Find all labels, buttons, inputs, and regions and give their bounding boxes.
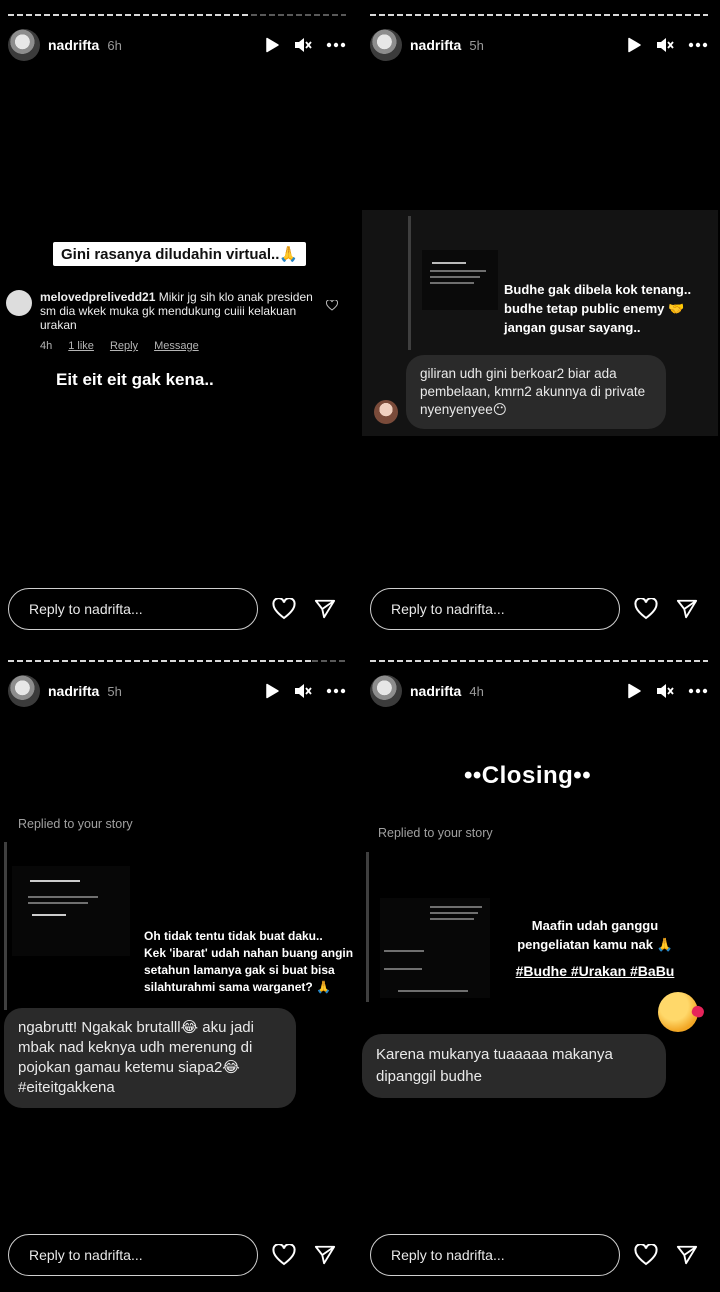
reply-input[interactable]: Reply to nadrifta... bbox=[370, 588, 620, 630]
play-icon[interactable] bbox=[626, 683, 642, 699]
reply-input[interactable]: Reply to nadrifta... bbox=[370, 1234, 620, 1276]
mini-story-thumbnail bbox=[380, 898, 490, 998]
message-bubble: Karena mukanya tuaaaaa makanya dipanggil… bbox=[362, 1034, 666, 1098]
story-footer: Reply to nadrifta... bbox=[8, 1234, 346, 1276]
story-progress-bar bbox=[8, 14, 346, 16]
comment-time: 4h bbox=[40, 340, 53, 352]
message-bubble: ngabrutt! Ngakak brutalll😂 aku jadi mbak… bbox=[4, 1008, 296, 1108]
story-footer: Reply to nadrifta... bbox=[8, 588, 346, 630]
mute-icon[interactable] bbox=[294, 37, 312, 53]
share-send-icon[interactable] bbox=[676, 1244, 698, 1266]
username[interactable]: nadrifta bbox=[48, 37, 99, 53]
mini-story-thumbnail bbox=[422, 250, 498, 310]
story-overlay-text: Budhe gak dibela kok tenang.. budhe teta… bbox=[504, 282, 692, 335]
avatar[interactable] bbox=[370, 675, 402, 707]
quote-line bbox=[4, 842, 7, 1010]
username[interactable]: nadrifta bbox=[410, 683, 461, 699]
story-progress-bar bbox=[8, 660, 346, 662]
avatar[interactable] bbox=[8, 29, 40, 61]
share-send-icon[interactable] bbox=[314, 598, 336, 620]
story-panel-2: nadrifta 5h Budhe gak dibela kok tenang.… bbox=[362, 0, 718, 642]
avatar[interactable] bbox=[8, 675, 40, 707]
mute-icon[interactable] bbox=[294, 683, 312, 699]
more-options-icon[interactable] bbox=[688, 688, 708, 694]
story-progress-bar bbox=[370, 660, 708, 662]
commenter-avatar bbox=[6, 290, 32, 316]
mute-icon[interactable] bbox=[656, 683, 674, 699]
story-panel-3: nadrifta 5h Replied to your story Oh tid… bbox=[0, 646, 356, 1288]
reply-input[interactable]: Reply to nadrifta... bbox=[8, 1234, 258, 1276]
story-caption: Gini rasanya diludahin virtual..🙏 bbox=[53, 242, 307, 266]
comment-message: Message bbox=[154, 340, 199, 352]
story-footer: Reply to nadrifta... bbox=[370, 1234, 708, 1276]
more-options-icon[interactable] bbox=[326, 42, 346, 48]
story-content: ••Closing•• Replied to your story Maafin… bbox=[362, 716, 718, 1218]
quote-line bbox=[366, 852, 369, 1002]
avatar[interactable] bbox=[370, 29, 402, 61]
comment-likes: 1 like bbox=[68, 340, 94, 352]
story-content: Replied to your story Oh tidak tentu tid… bbox=[0, 716, 356, 1218]
heart-icon bbox=[326, 300, 338, 311]
replied-label: Replied to your story bbox=[378, 826, 493, 840]
mini-story-thumbnail bbox=[12, 866, 130, 956]
share-send-icon[interactable] bbox=[676, 598, 698, 620]
story-header: nadrifta 4h bbox=[370, 674, 708, 708]
story-text: Eit eit eit gak kena.. bbox=[56, 370, 214, 389]
more-options-icon[interactable] bbox=[326, 688, 346, 694]
story-overlay-text: Oh tidak tentu tidak buat daku.. Kek 'ib… bbox=[144, 929, 354, 994]
play-icon[interactable] bbox=[264, 37, 280, 53]
post-time: 5h bbox=[469, 37, 484, 53]
quote-line bbox=[408, 216, 411, 350]
story-panel-1: nadrifta 6h Gini rasanya diludahin virtu… bbox=[0, 0, 356, 642]
comment-reply: Reply bbox=[109, 340, 139, 352]
play-icon[interactable] bbox=[626, 37, 642, 53]
commenter-username: melovedprelivedd21 bbox=[40, 290, 156, 304]
kiss-emoji-icon bbox=[658, 992, 698, 1032]
like-heart-icon[interactable] bbox=[634, 1244, 658, 1266]
like-heart-icon[interactable] bbox=[272, 1244, 296, 1266]
like-heart-icon[interactable] bbox=[634, 598, 658, 620]
post-time: 5h bbox=[107, 683, 122, 699]
story-header: nadrifta 5h bbox=[8, 674, 346, 708]
reply-input[interactable]: Reply to nadrifta... bbox=[8, 588, 258, 630]
story-footer: Reply to nadrifta... bbox=[370, 588, 708, 630]
post-time: 6h bbox=[107, 37, 122, 53]
username[interactable]: nadrifta bbox=[48, 683, 99, 699]
message-bubble: giliran udh gini berkoar2 biar ada pembe… bbox=[406, 355, 666, 429]
post-time: 4h bbox=[469, 683, 484, 699]
play-icon[interactable] bbox=[264, 683, 280, 699]
username[interactable]: nadrifta bbox=[410, 37, 461, 53]
story-content: Gini rasanya diludahin virtual..🙏 melove… bbox=[0, 70, 356, 572]
story-content: Budhe gak dibela kok tenang.. budhe teta… bbox=[362, 70, 718, 572]
closing-heading: ••Closing•• bbox=[464, 762, 592, 789]
story-progress-bar bbox=[370, 14, 708, 16]
like-heart-icon[interactable] bbox=[272, 598, 296, 620]
story-header: nadrifta 5h bbox=[370, 28, 708, 62]
story-overlay-text: Maafin udah ganggu pengeliatan kamu nak … bbox=[490, 916, 700, 981]
share-send-icon[interactable] bbox=[314, 1244, 336, 1266]
sender-avatar bbox=[374, 400, 398, 424]
story-header: nadrifta 6h bbox=[8, 28, 346, 62]
mute-icon[interactable] bbox=[656, 37, 674, 53]
replied-label: Replied to your story bbox=[18, 817, 133, 831]
more-options-icon[interactable] bbox=[688, 42, 708, 48]
embedded-reply-screenshot: Budhe gak dibela kok tenang.. budhe teta… bbox=[362, 210, 718, 436]
story-panel-4: nadrifta 4h ••Closing•• Replied to your … bbox=[362, 646, 718, 1288]
hashtags[interactable]: #Budhe #Urakan #BaBu bbox=[490, 962, 700, 981]
